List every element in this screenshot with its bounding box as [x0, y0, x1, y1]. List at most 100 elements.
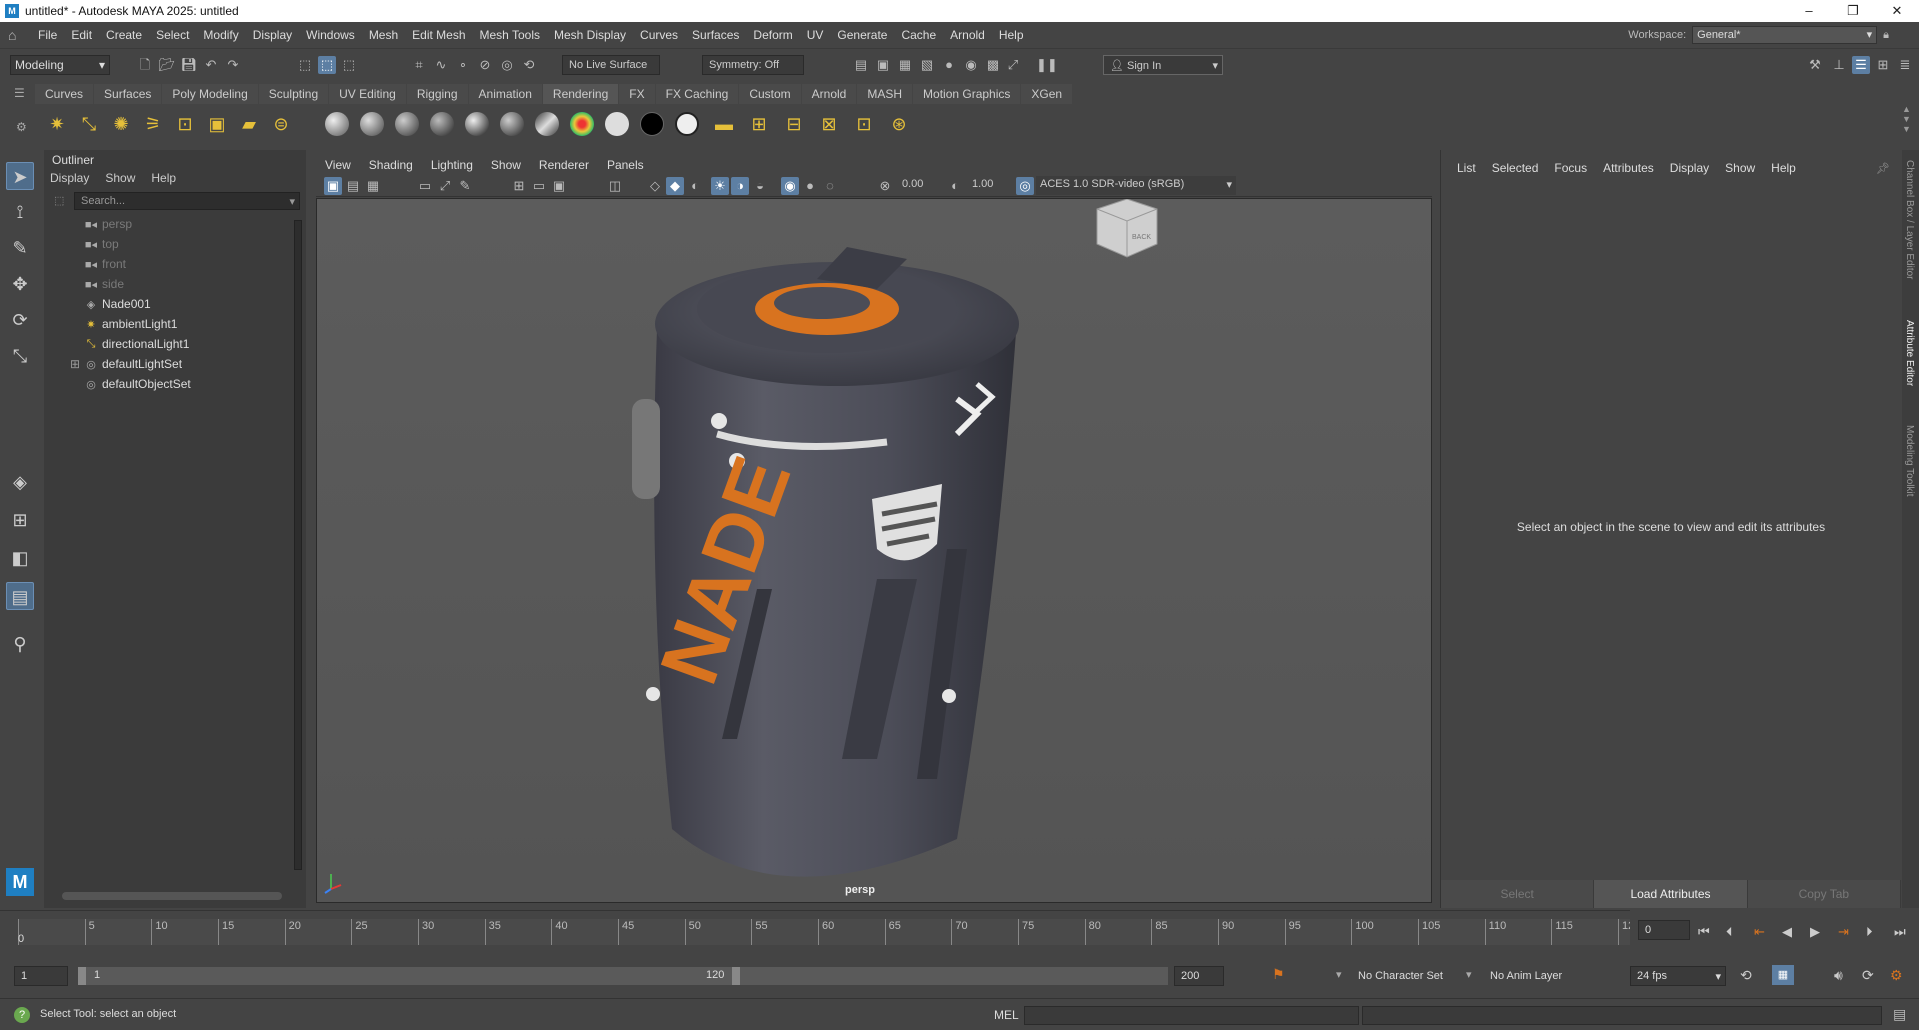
render-sequence-icon[interactable]: ▬ — [710, 110, 738, 138]
volume-light-icon[interactable]: ▣ — [203, 110, 231, 138]
lock-icon[interactable]: 🔒︎ — [1883, 29, 1889, 42]
shelf-tab-motion-graphics[interactable]: Motion Graphics — [913, 84, 1021, 104]
attr-menu-attributes[interactable]: Attributes — [1595, 161, 1662, 175]
play-backward-icon[interactable]: ◀ — [1782, 924, 1792, 940]
sound-icon[interactable]: 🔊︎ — [1834, 967, 1843, 984]
color-management-icon[interactable]: ◎ — [1016, 177, 1034, 195]
copy-tab-button[interactable]: Copy Tab — [1747, 880, 1901, 908]
menu-display[interactable]: Display — [246, 28, 299, 42]
shelf-menu-icon[interactable]: ☰ — [14, 86, 25, 100]
surface-shader-icon[interactable] — [605, 112, 629, 136]
select-hierarchy-icon[interactable]: ⬚ — [296, 56, 314, 74]
time-ruler[interactable]: 5 10 15 20 25 30 35 40 45 50 55 60 65 70 75 80 85 90 95 100… — [18, 919, 1640, 945]
rotate-tool-icon[interactable]: ⟳ — [6, 306, 34, 334]
render-view-icon[interactable]: ▤ — [852, 56, 870, 74]
shelf-tab-fx-caching[interactable]: FX Caching — [655, 84, 739, 104]
time-slider[interactable]: 5 10 15 20 25 30 35 40 45 50 55 60 65 70 75 80 85 90 95 100… — [0, 910, 1640, 952]
step-forward-key-icon[interactable]: ⏵ — [1866, 924, 1873, 940]
phonge-material-icon[interactable] — [430, 112, 454, 136]
step-back-key-icon[interactable]: ⏴ — [1726, 924, 1733, 940]
isolate-select-icon[interactable]: ◉ — [781, 177, 799, 195]
camera-light-icon[interactable]: ▰ — [235, 110, 263, 138]
viewport-menu-lighting[interactable]: Lighting — [422, 158, 482, 172]
menu-edit[interactable]: Edit — [64, 28, 99, 42]
shelf-tab-rendering[interactable]: Rendering — [542, 84, 619, 104]
shelf-tab-mash[interactable]: MASH — [857, 84, 913, 104]
pin-icon[interactable]: 📌︎ — [1876, 162, 1890, 175]
viewcube[interactable]: BACK — [1096, 199, 1158, 258]
persp-outliner-layout-icon[interactable]: ▤ — [6, 582, 34, 610]
camera-attributes-icon[interactable]: ▤ — [344, 177, 362, 195]
spot-light-icon[interactable]: ⚞ — [139, 110, 167, 138]
shelf-tab-custom[interactable]: Custom — [739, 84, 801, 104]
ambient-light-icon[interactable]: ✷ — [43, 110, 71, 138]
play-forward-icon[interactable]: ▶ — [1810, 924, 1820, 940]
outliner-menu-help[interactable]: Help — [151, 171, 176, 185]
side-tab-attribute-editor[interactable]: Attribute Editor — [1904, 320, 1915, 386]
layers-icon[interactable]: ≣ — [1896, 56, 1914, 74]
paint-select-tool-icon[interactable]: ✎ — [6, 234, 34, 262]
close-button[interactable]: ✕ — [1875, 0, 1919, 22]
menu-mesh-display[interactable]: Mesh Display — [547, 28, 633, 42]
live-surface-field[interactable]: No Live Surface — [562, 55, 660, 75]
ipr-render-icon[interactable]: ▦ — [896, 56, 914, 74]
blinn-material-icon[interactable] — [325, 112, 349, 136]
move-tool-icon[interactable]: ✥ — [6, 270, 34, 298]
outliner-item-top[interactable]: ■◂ top — [44, 234, 306, 254]
load-attributes-button[interactable]: Load Attributes — [1594, 880, 1748, 908]
shelf-tab-xgen[interactable]: XGen — [1021, 84, 1073, 104]
tool-settings-icon[interactable]: ⊞ — [1874, 56, 1892, 74]
scale-tool-icon[interactable]: ⤡ — [6, 342, 34, 370]
animation-end-field[interactable]: 200 — [1174, 966, 1224, 986]
go-to-start-icon[interactable]: ⏮ — [1698, 924, 1710, 940]
home-icon[interactable]: ⌂ — [8, 27, 26, 43]
shadows-icon[interactable]: ◑ — [731, 177, 749, 195]
single-perspective-layout-icon[interactable]: ◈ — [6, 468, 34, 496]
side-tab-modeling-toolkit[interactable]: Modeling Toolkit — [1904, 425, 1915, 497]
menu-arnold[interactable]: Arnold — [943, 28, 992, 42]
viewport-menu-show[interactable]: Show — [482, 158, 530, 172]
anisotropic-material-icon[interactable] — [465, 112, 489, 136]
filter-icon[interactable]: ⬚ — [54, 194, 64, 207]
hypershade-shelf-icon[interactable]: ⊠ — [815, 110, 843, 138]
use-all-lights-icon[interactable]: ☀ — [711, 177, 729, 195]
pause-icon[interactable]: ❚❚ — [1036, 56, 1058, 74]
sign-in-button[interactable]: 👤︎ Sign In ▾ — [1103, 55, 1223, 75]
chevron-down-icon[interactable]: ▾ — [289, 195, 295, 208]
menu-edit-mesh[interactable]: Edit Mesh — [405, 28, 472, 42]
render-diagnostics-icon[interactable]: ⊟ — [780, 110, 808, 138]
image-plane-icon[interactable]: ▭ — [416, 177, 434, 195]
go-to-end-icon[interactable]: ⏭ — [1894, 924, 1906, 940]
snap-curve-icon[interactable]: ∿ — [432, 56, 450, 74]
open-scene-icon[interactable]: 📂︎ — [158, 56, 176, 74]
modeling-toolkit-icon[interactable]: ⚒ — [1806, 56, 1824, 74]
shelf-tab-arnold[interactable]: Arnold — [801, 84, 857, 104]
arnold-ipr-icon[interactable]: ▩ — [984, 56, 1002, 74]
menu-file[interactable]: File — [31, 28, 64, 42]
menu-cache[interactable]: Cache — [894, 28, 943, 42]
range-end-handle[interactable] — [732, 967, 740, 985]
layered-shader-icon[interactable] — [500, 112, 524, 136]
cached-playback-icon[interactable]: ▦ — [1772, 965, 1794, 985]
color-space-dropdown[interactable]: ACES 1.0 SDR-video (sRGB) ▾ — [1036, 176, 1236, 195]
auto-key-icon[interactable]: ⚑ — [1272, 966, 1285, 983]
fps-dropdown[interactable]: 24 fps ▾ — [1630, 966, 1726, 986]
shelf-tab-fx[interactable]: FX — [619, 84, 655, 104]
outliner-search-input[interactable]: Search... ▾ — [74, 192, 300, 210]
exposure-field[interactable]: 0.00 — [898, 176, 938, 195]
bookmarks-icon[interactable]: ▦ — [364, 177, 382, 195]
loop-icon[interactable]: ⟲ — [1740, 967, 1752, 984]
step-back-frame-icon[interactable]: ⇤ — [1754, 924, 1765, 940]
shelf-tab-animation[interactable]: Animation — [468, 84, 542, 104]
menu-windows[interactable]: Windows — [299, 28, 362, 42]
render-frame-icon[interactable]: ▣ — [874, 56, 892, 74]
animation-preferences-icon[interactable]: ⚙ — [1890, 967, 1903, 984]
outliner-item-defaultobjectset[interactable]: ◎ defaultObjectSet — [44, 374, 306, 394]
menu-mesh-tools[interactable]: Mesh Tools — [473, 28, 547, 42]
outliner-item-front[interactable]: ■◂ front — [44, 254, 306, 274]
step-forward-frame-icon[interactable]: ⇥ — [1838, 924, 1849, 940]
xray-icon[interactable]: ● — [801, 177, 819, 195]
maximize-button[interactable]: ❐ — [1831, 0, 1875, 22]
anim-layer-dropdown-icon[interactable]: ▾ — [1466, 968, 1472, 981]
redo-icon[interactable]: ↷ — [224, 56, 242, 74]
